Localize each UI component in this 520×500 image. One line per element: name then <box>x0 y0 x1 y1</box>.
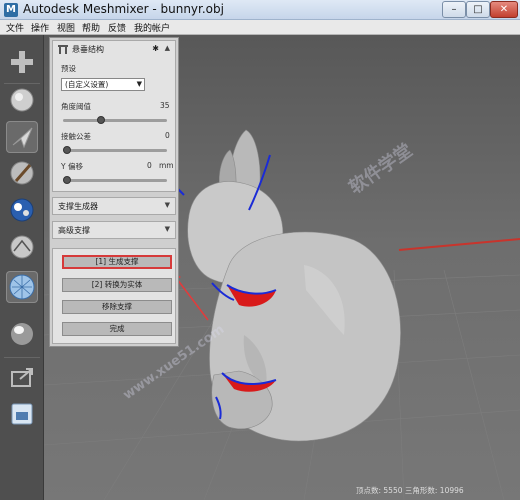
add-icon <box>11 51 33 73</box>
select-tool-button[interactable] <box>6 121 38 153</box>
maximize-button[interactable]: □ <box>466 1 490 18</box>
generate-support-button[interactable]: [1] 生成支撑 <box>62 255 172 269</box>
overhangs-settings-section: 悬垂结构 ✱ ▲ 预设 (自定义设置) ▼ 角度阈值 35 接触公差 0 Y 偏… <box>52 40 176 192</box>
add-tool-button[interactable] <box>6 46 38 78</box>
y-offset-unit: mm <box>159 161 174 170</box>
collapse-arrow-icon[interactable]: ▲ <box>165 44 170 52</box>
overhangs-header[interactable]: 悬垂结构 ✱ ▲ <box>53 41 175 57</box>
analysis-icon <box>9 274 35 300</box>
y-offset-value: 0 <box>147 161 152 170</box>
y-offset-slider-thumb[interactable] <box>63 176 71 184</box>
preset-value: (自定义设置) <box>65 80 109 89</box>
window-title: Autodesk Meshmixer - bunnyr.obj <box>23 2 224 16</box>
menu-view[interactable]: 视图 <box>57 21 75 34</box>
y-offset-slider[interactable] <box>63 176 167 184</box>
select-icon <box>12 127 33 149</box>
floor-boundary-line <box>398 238 520 251</box>
action-buttons-section: [1] 生成支撑 [2] 转换为实体 移除支撑 完成 <box>52 248 176 344</box>
title-bar: M Autodesk Meshmixer - bunnyr.obj – □ ✕ <box>0 0 520 20</box>
expand-arrow-icon: ▼ <box>164 201 170 209</box>
convert-to-solid-button[interactable]: [2] 转换为实体 <box>62 278 172 292</box>
overhang-icon <box>58 45 68 54</box>
done-button[interactable]: 完成 <box>62 322 172 336</box>
shaders-tool-button[interactable] <box>6 318 38 350</box>
menu-actions[interactable]: 操作 <box>31 21 49 34</box>
print-tool-button[interactable] <box>6 398 38 430</box>
angle-threshold-slider[interactable] <box>63 116 167 124</box>
overhangs-panel: 悬垂结构 ✱ ▲ 预设 (自定义设置) ▼ 角度阈值 35 接触公差 0 Y 偏… <box>49 37 179 347</box>
shaders-icon <box>11 323 33 345</box>
menu-help[interactable]: 帮助 <box>82 21 100 34</box>
angle-threshold-value: 35 <box>160 101 170 110</box>
sculpt-tool-button[interactable] <box>6 157 38 189</box>
close-button[interactable]: ✕ <box>490 1 518 18</box>
y-offset-label: Y 偏移 <box>61 162 83 171</box>
support-generator-title: 支撑生成器 <box>58 202 98 211</box>
minimize-button[interactable]: – <box>442 1 466 18</box>
preset-label: 预设 <box>61 64 76 73</box>
tool-sidebar <box>0 35 44 500</box>
contact-tolerance-slider[interactable] <box>63 146 167 154</box>
menu-feedback[interactable]: 反馈 <box>108 21 126 34</box>
app-icon: M <box>4 3 18 17</box>
print-icon <box>11 403 33 425</box>
menu-account[interactable]: 我的帐户 <box>134 21 170 34</box>
export-icon <box>11 368 33 387</box>
menu-file[interactable]: 文件 <box>6 21 24 34</box>
advanced-support-section[interactable]: 高级支撑 ▼ <box>52 221 176 239</box>
edit-tool-button[interactable] <box>6 231 38 263</box>
contact-slider-thumb[interactable] <box>63 146 71 154</box>
export-tool-button[interactable] <box>6 361 38 393</box>
menu-bar: 文件 操作 视图 帮助 反馈 我的帐户 <box>0 20 520 35</box>
advanced-support-title: 高级支撑 <box>58 226 90 235</box>
contact-tolerance-label: 接触公差 <box>61 132 91 141</box>
meshmix-tool-button[interactable] <box>6 84 38 116</box>
sculpt-icon <box>10 161 34 185</box>
analysis-tool-button[interactable] <box>6 271 38 303</box>
stamp-tool-button[interactable] <box>6 194 38 226</box>
angle-threshold-label: 角度阈值 <box>61 102 91 111</box>
contact-tolerance-value: 0 <box>165 131 170 140</box>
edit-icon <box>10 235 34 259</box>
tool-divider <box>4 357 40 358</box>
chevron-down-icon: ▼ <box>136 80 142 88</box>
settings-icon[interactable]: ✱ <box>152 44 159 53</box>
meshmix-icon <box>10 88 34 112</box>
panel-title: 悬垂结构 <box>72 45 104 54</box>
mesh-stats-status: 顶点数: 5550 三角形数: 10996 <box>356 486 464 495</box>
preset-dropdown[interactable]: (自定义设置) ▼ <box>61 78 145 91</box>
angle-slider-thumb[interactable] <box>96 116 105 124</box>
expand-arrow-icon: ▼ <box>164 225 170 233</box>
support-generator-section[interactable]: 支撑生成器 ▼ <box>52 197 176 215</box>
stamp-icon <box>10 198 34 222</box>
remove-support-button[interactable]: 移除支撑 <box>62 300 172 314</box>
